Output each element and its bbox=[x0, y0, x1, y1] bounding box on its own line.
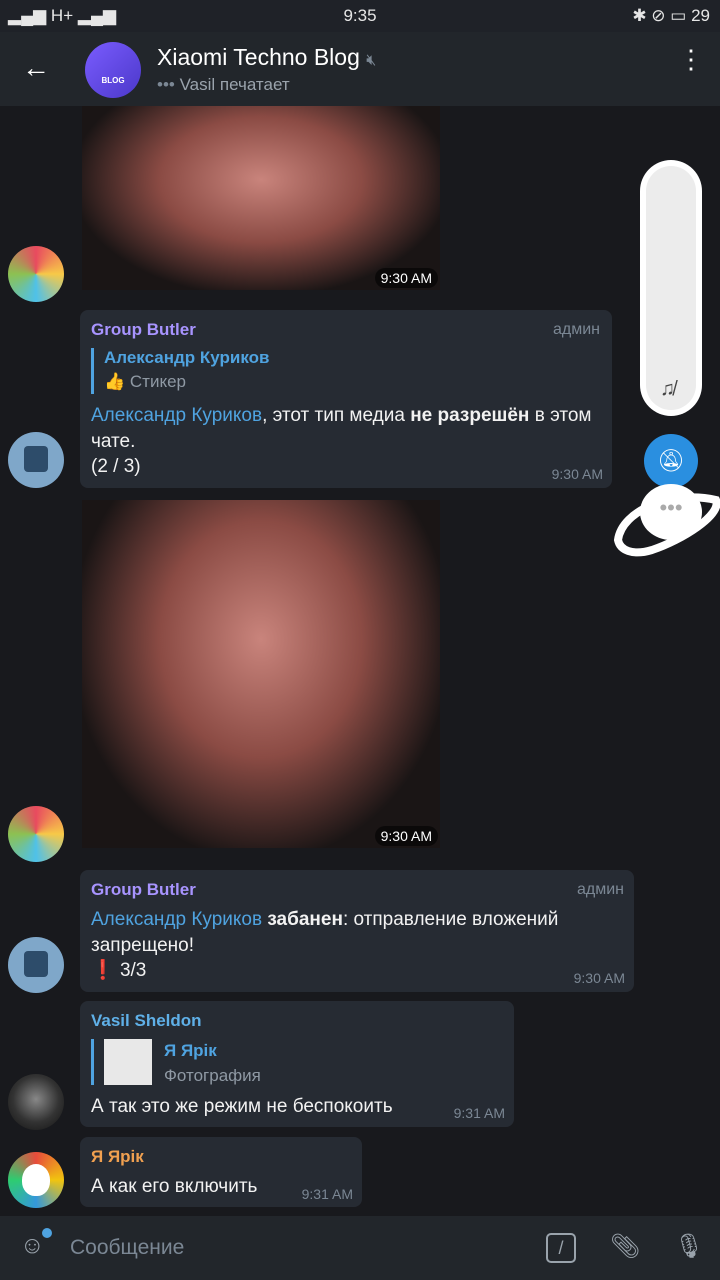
exclamation-icon: ❗ bbox=[91, 960, 115, 981]
message-time: 9:30 AM bbox=[573, 970, 625, 986]
quote-bar bbox=[91, 1039, 94, 1085]
quote-text: Фотография bbox=[164, 1066, 261, 1085]
more-menu-icon[interactable]: ⋮ bbox=[678, 46, 704, 72]
status-time: 9:35 bbox=[343, 6, 377, 25]
message-time: 9:31 AM bbox=[301, 1186, 353, 1202]
sender-name[interactable]: Group Butler bbox=[91, 880, 196, 900]
status-bar: ▂▄▆ H+ ▂▄▆ 9:35 ✱ ⊘ ▭ 29 bbox=[0, 0, 720, 32]
quote-thumbnail[interactable] bbox=[104, 1039, 152, 1085]
attach-icon[interactable]: 📎︎ bbox=[610, 1232, 640, 1261]
quote-text: Стикер bbox=[129, 372, 187, 391]
message-text: А так это же режим не беспокоить bbox=[91, 1096, 393, 1117]
quote-author[interactable]: Я Ярік bbox=[164, 1041, 217, 1061]
message-bubble[interactable]: Group Butler админ Александр Куриков заб… bbox=[80, 870, 634, 992]
warning-counter: (2 / 3) bbox=[91, 456, 141, 477]
message-bubble[interactable]: Я Ярік А как его включить 9:31 AM bbox=[80, 1137, 362, 1207]
sender-name[interactable]: Group Butler bbox=[91, 320, 196, 340]
microphone-icon[interactable]: 🎙︎ bbox=[674, 1232, 704, 1261]
avatar[interactable] bbox=[8, 432, 64, 488]
side-panel[interactable]: ♫̸ bbox=[640, 160, 702, 416]
message-bubble[interactable]: Group Butler админ Александр Куриков 👍 С… bbox=[80, 310, 612, 488]
message-text: Александр Куриков, этот тип медиа не раз… bbox=[91, 405, 592, 452]
sender-name[interactable]: Vasil Sheldon bbox=[91, 1011, 202, 1031]
user-mention-link[interactable]: Александр Куриков bbox=[91, 909, 262, 930]
avatar-text: BLOG bbox=[101, 76, 125, 85]
user-mention-link[interactable]: Александр Куриков bbox=[91, 405, 262, 426]
avatar[interactable] bbox=[8, 1152, 64, 1208]
message-time: 9:30 AM bbox=[551, 466, 603, 482]
thumbs-up-icon: 👍 bbox=[104, 372, 126, 391]
chat-header: ← BLOG Xiaomi Techno Blog 🔇︎ ••• Vasil п… bbox=[0, 32, 720, 106]
back-arrow-icon[interactable]: ← bbox=[22, 54, 50, 82]
more-options-icon[interactable]: ••• bbox=[640, 484, 702, 540]
message-bubble[interactable]: Vasil Sheldon Я Ярік Фотография А так эт… bbox=[80, 1001, 514, 1127]
muted-icon: 🔇︎ bbox=[366, 52, 377, 69]
warning-counter: ❗ 3/3 bbox=[91, 960, 147, 981]
group-avatar[interactable]: BLOG bbox=[85, 42, 141, 98]
avatar[interactable] bbox=[8, 246, 64, 302]
sticker-image[interactable]: 9:30 AM bbox=[82, 106, 440, 290]
message-time: 9:30 AM bbox=[374, 268, 438, 288]
reply-quote[interactable]: Александр Куриков 👍 Стикер bbox=[91, 348, 269, 394]
sender-name[interactable]: Я Ярік bbox=[91, 1147, 144, 1167]
chat-title[interactable]: Xiaomi Techno Blog 🔇︎ bbox=[157, 44, 376, 71]
message-text: А как его включить bbox=[91, 1176, 258, 1197]
message-time: 9:31 AM bbox=[453, 1105, 505, 1121]
message-input-bar: ☺ Сообщение / 📎︎ 🎙︎ bbox=[0, 1216, 720, 1280]
message-input[interactable]: Сообщение bbox=[70, 1236, 184, 1260]
bot-command-icon[interactable]: / bbox=[546, 1233, 576, 1263]
message-text: Александр Куриков забанен: отправление в… bbox=[91, 909, 559, 956]
quote-author: Александр Куриков bbox=[104, 348, 270, 367]
message-time: 9:30 AM bbox=[374, 826, 438, 846]
typing-status: ••• Vasil печатает bbox=[157, 75, 290, 94]
avatar[interactable] bbox=[8, 937, 64, 993]
admin-badge: админ bbox=[552, 321, 600, 338]
battery-indicator: ✱ ⊘ ▭ 29 bbox=[632, 6, 710, 25]
notification-dot bbox=[42, 1228, 52, 1238]
emoji-icon[interactable]: ☺ bbox=[20, 1232, 45, 1260]
music-off-icon[interactable]: ♫̸ bbox=[660, 378, 675, 401]
sticker-image[interactable]: 9:30 AM bbox=[82, 500, 440, 848]
avatar[interactable] bbox=[8, 1074, 64, 1130]
admin-badge: админ bbox=[576, 881, 624, 898]
avatar[interactable] bbox=[8, 806, 64, 862]
